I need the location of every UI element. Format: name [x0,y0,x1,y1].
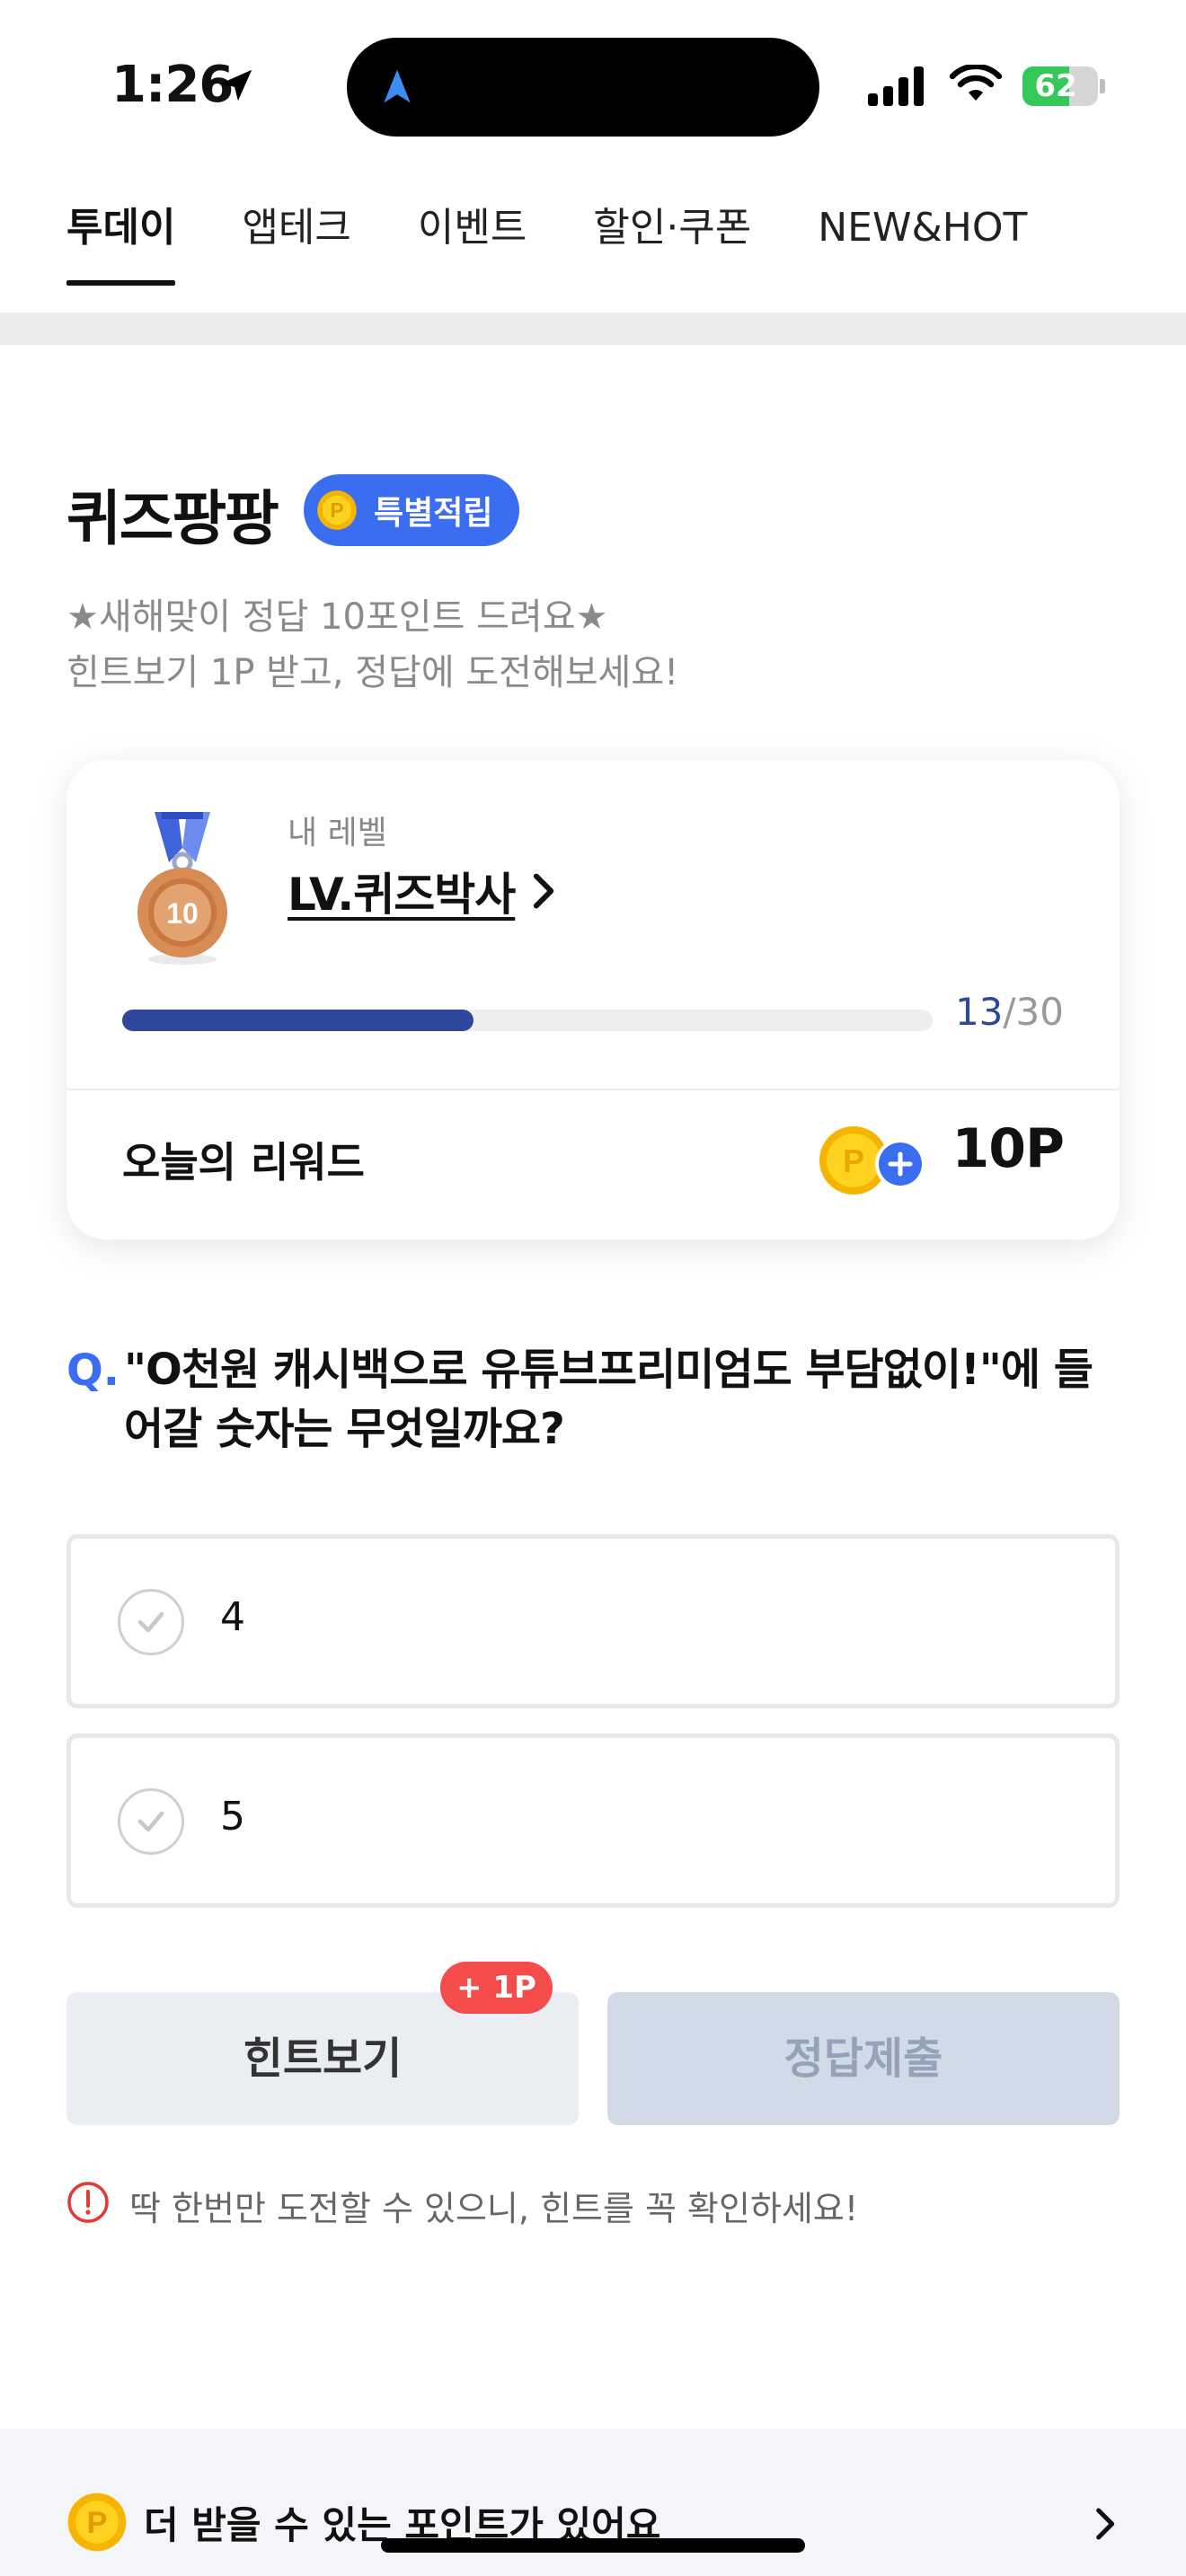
status-bar: 1:26 62 [0,0,1186,171]
answer-option-1[interactable]: 4 [66,1534,1120,1708]
level-progress-text: 13/30 [955,990,1064,1034]
wifi-icon [949,65,1003,101]
coin-icon: P [67,2492,127,2552]
chevron-right-icon[interactable] [1093,2506,1120,2542]
special-badge-label: 특별적립 [374,495,493,532]
reward-value: 10P [951,1117,1065,1180]
answer-option-label: 5 [220,1794,245,1839]
quiz-subtitle: ★새해맞이 정답 10포인트 드려요★ 힌트보기 1P 받고, 정답에 도전해보… [66,589,678,701]
status-time: 1:26 [111,56,234,114]
battery-level: 62 [1034,68,1077,104]
battery-icon: 62 [1022,66,1098,106]
reward-label: 오늘의 리워드 [122,1138,365,1187]
progress-total: /30 [1003,990,1064,1034]
tab-event[interactable]: 이벤트 [418,199,527,286]
card-divider [66,1089,1120,1090]
medal-icon: 10 [137,812,227,965]
level-card: 10 내 레벨 LV.퀴즈박사 13/30 오늘의 리워드 P 10P [66,760,1120,1239]
location-arrow-icon [220,69,252,101]
section-divider [0,313,1186,345]
tab-apptech[interactable]: 앱테크 [242,199,350,286]
alert-circle-icon [67,2182,109,2223]
level-progress-bar [122,1010,933,1031]
tab-new-hot[interactable]: NEW&HOT [818,199,1027,286]
question-text: "O천원 캐시백으로 유튜브프리미엄도 부담없이!"에 들어갈 숫자는 무엇일까… [124,1345,1093,1454]
tab-today[interactable]: 투데이 [66,199,176,286]
question-prefix: Q. [66,1345,120,1396]
quiz-subtitle-line2: 힌트보기 1P 받고, 정답에 도전해보세요! [66,652,679,693]
check-circle-icon[interactable] [118,1589,184,1655]
answer-option-2[interactable]: 5 [66,1734,1120,1908]
level-name-link[interactable]: LV.퀴즈박사 [288,859,516,923]
chevron-right-icon[interactable] [528,871,561,911]
signal-icon [868,66,924,106]
warning-text: 딱 한번만 도전할 수 있으니, 힌트를 꼭 확인하세요! [129,2189,859,2228]
level-progress-fill [122,1010,474,1031]
coin-plus-icon: P [819,1126,925,1195]
quiz-subtitle-line1: ★새해맞이 정답 10포인트 드려요★ [66,596,608,638]
top-tabs: 투데이 앱테크 이벤트 할인·쿠폰 NEW&HOT [66,199,1027,286]
check-circle-icon[interactable] [118,1788,184,1855]
answer-option-label: 4 [220,1594,245,1640]
svg-text:P: P [330,498,343,522]
navigation-icon [384,69,411,103]
quiz-title: 퀴즈팡팡 [66,484,279,553]
progress-current: 13 [954,990,1004,1034]
level-label: 내 레벨 [288,815,387,851]
special-badge: P 특별적립 [304,474,520,546]
medal-number: 10 [166,897,199,930]
coin-icon: P [317,490,357,530]
hint-point-badge: + 1P [440,1962,553,2014]
tab-discount-coupon[interactable]: 할인·쿠폰 [593,199,751,286]
dynamic-island [347,38,819,137]
svg-text:P: P [843,1142,864,1179]
battery-cap [1100,79,1105,93]
home-indicator [381,2538,805,2553]
svg-text:P: P [87,2506,108,2540]
submit-answer-button[interactable]: 정답제출 [607,1992,1120,2125]
